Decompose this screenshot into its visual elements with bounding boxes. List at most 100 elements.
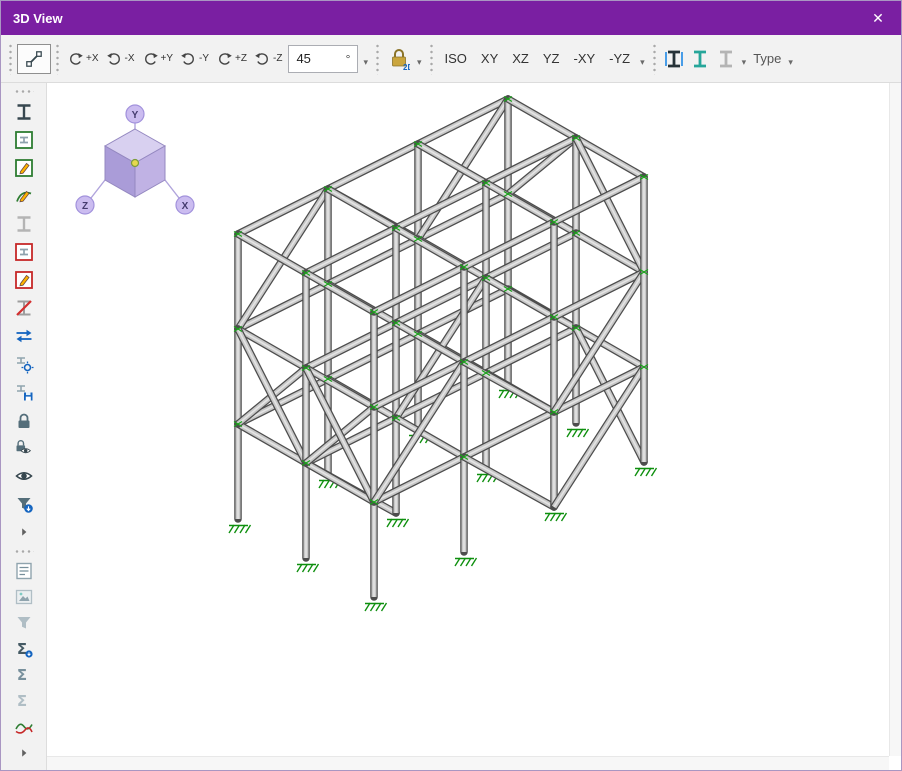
view-minus-xy-button[interactable]: -XY [567, 42, 603, 76]
rotate-minus-z-button[interactable]: -Z [251, 42, 286, 76]
sidebar-edit-curve-button[interactable] [6, 182, 42, 210]
rotate-plusminus-y-button[interactable]: +Y [139, 42, 178, 76]
rotate-ccw-icon [68, 51, 83, 66]
top-toolbar: +X-X +Y-Y+Z-Z ° ▾ 2D ▾ ISOXYXZYZ-XY-YZ ▾ [1, 35, 901, 83]
rotate-minus-y-button[interactable]: -Y [177, 42, 213, 76]
sidebar-lock-button[interactable] [6, 406, 42, 434]
rotate-label: +Y [161, 53, 174, 64]
svg-text:Σ: Σ [16, 640, 26, 658]
close-button[interactable]: ✕ [855, 1, 901, 35]
sidebar-expand-bottom-button[interactable] [6, 740, 42, 766]
rotation-angle-field: ° [288, 45, 358, 73]
member-save-icon [14, 382, 34, 402]
toolbar-drag-handle[interactable] [652, 43, 657, 75]
sidebar-new-member-button[interactable] [6, 126, 42, 154]
swap-members-icon [14, 326, 34, 346]
window-body: ΣΣΣ Y [1, 83, 901, 770]
sidebar-filter-download-button[interactable] [6, 490, 42, 518]
toolbar-drag-handle[interactable] [8, 43, 13, 75]
navigation-cube[interactable]: Y X Z [76, 105, 194, 214]
axis-y-handle[interactable]: Y [126, 105, 144, 123]
rotate-minus-x-button[interactable]: -X [103, 42, 139, 76]
render-profile-button[interactable] [687, 42, 713, 76]
member-settings-icon [14, 354, 34, 374]
left-toolbar: ΣΣΣ [1, 83, 47, 770]
filter-disabled-icon [14, 613, 34, 633]
window-3d-view: 3D View ✕ +X-X +Y-Y+Z-Z ° ▾ 2D ▾ [0, 0, 902, 771]
axis-x-handle[interactable]: X [176, 196, 194, 214]
type-dropdown[interactable]: ▾ [785, 47, 796, 70]
sidebar-sum-light-button[interactable]: Σ [6, 688, 42, 714]
lock-icon [14, 410, 34, 430]
sidebar-drag-handle[interactable] [14, 89, 34, 94]
sidebar-visibility-button[interactable] [6, 462, 42, 490]
delete-edit-icon [14, 270, 34, 290]
svg-text:2D: 2D [403, 63, 410, 71]
titlebar[interactable]: 3D View ✕ [1, 1, 901, 35]
lock-dropdown[interactable]: ▾ [414, 47, 425, 70]
axis-x-label: X [182, 201, 189, 212]
lock-2d-button[interactable]: 2D [384, 42, 414, 76]
sidebar-sum-badge-button[interactable]: Σ [6, 636, 42, 662]
axis-z-handle[interactable]: Z [76, 196, 94, 214]
horizontal-scrollbar[interactable] [47, 756, 889, 770]
sidebar-member-tools [6, 98, 42, 546]
sidebar-edit-member-button[interactable] [6, 154, 42, 182]
sidebar-report-image-button[interactable] [6, 584, 42, 610]
view-xz-button[interactable]: XZ [505, 42, 536, 76]
rotate-cw-icon [107, 51, 122, 66]
lock-eye-icon [14, 438, 34, 458]
view-presets-dropdown[interactable]: ▾ [637, 47, 648, 70]
rotate-plusminus-z-button[interactable]: +Z [213, 42, 251, 76]
sidebar-report-button[interactable] [6, 558, 42, 584]
sum-badge-icon: Σ [14, 639, 34, 659]
view-minus-yz-button[interactable]: -YZ [602, 42, 637, 76]
edit-curve-icon [14, 186, 34, 206]
rotate-plusminus-x-button[interactable]: +X [64, 42, 103, 76]
member-disabled-icon [14, 214, 34, 234]
toolbar-drag-handle[interactable] [429, 43, 434, 75]
sidebar-sum-button[interactable]: Σ [6, 662, 42, 688]
sidebar-member-beam-button[interactable] [6, 98, 42, 126]
toolbar-drag-handle[interactable] [55, 43, 60, 75]
rotate-ccw-icon [217, 51, 232, 66]
degree-unit-label: ° [346, 52, 351, 66]
view-xy-button[interactable]: XY [474, 42, 505, 76]
vertical-scrollbar[interactable] [889, 83, 901, 756]
sidebar-drag-handle[interactable] [14, 549, 34, 554]
sidebar-remove-member-button[interactable] [6, 294, 42, 322]
render-wireframe-button[interactable] [713, 42, 739, 76]
edit-geometry-button[interactable] [17, 44, 51, 74]
rotation-angle-input[interactable] [296, 51, 345, 66]
sidebar-filter-disabled-button[interactable] [6, 610, 42, 636]
rotate-cw-icon [255, 51, 270, 66]
sidebar-delete-member-button[interactable] [6, 238, 42, 266]
results-diagram-icon [14, 717, 34, 737]
sidebar-member-settings-button[interactable] [6, 350, 42, 378]
svg-text:Σ: Σ [16, 666, 26, 684]
expand-top-icon [18, 526, 30, 538]
canvas-3d[interactable]: Y X Z [47, 83, 901, 770]
view-iso-button[interactable]: ISO [438, 42, 474, 76]
sidebar-member-disabled-button[interactable] [6, 210, 42, 238]
filter-download-icon [14, 494, 34, 514]
sidebar-expand-top-button[interactable] [6, 518, 42, 546]
sidebar-lock-eye-button[interactable] [6, 434, 42, 462]
delete-member-icon [14, 242, 34, 262]
angle-dropdown[interactable]: ▾ [360, 47, 371, 70]
edit-geometry-icon [25, 49, 43, 69]
edit-member-icon [14, 158, 34, 178]
view-yz-button[interactable]: YZ [536, 42, 567, 76]
sidebar-swap-members-button[interactable] [6, 322, 42, 350]
sidebar-member-save-button[interactable] [6, 378, 42, 406]
scene-svg[interactable]: Y X Z [47, 83, 889, 756]
toolbar-drag-handle[interactable] [375, 43, 380, 75]
sidebar-delete-edit-button[interactable] [6, 266, 42, 294]
structure-drawing[interactable] [229, 97, 657, 612]
render-mode-dropdown[interactable]: ▾ [739, 47, 750, 70]
render-solid-button[interactable] [661, 42, 687, 76]
report-image-icon [14, 587, 34, 607]
expand-bottom-icon [18, 747, 30, 759]
remove-member-icon [14, 298, 34, 318]
sidebar-results-diagram-button[interactable] [6, 714, 42, 740]
